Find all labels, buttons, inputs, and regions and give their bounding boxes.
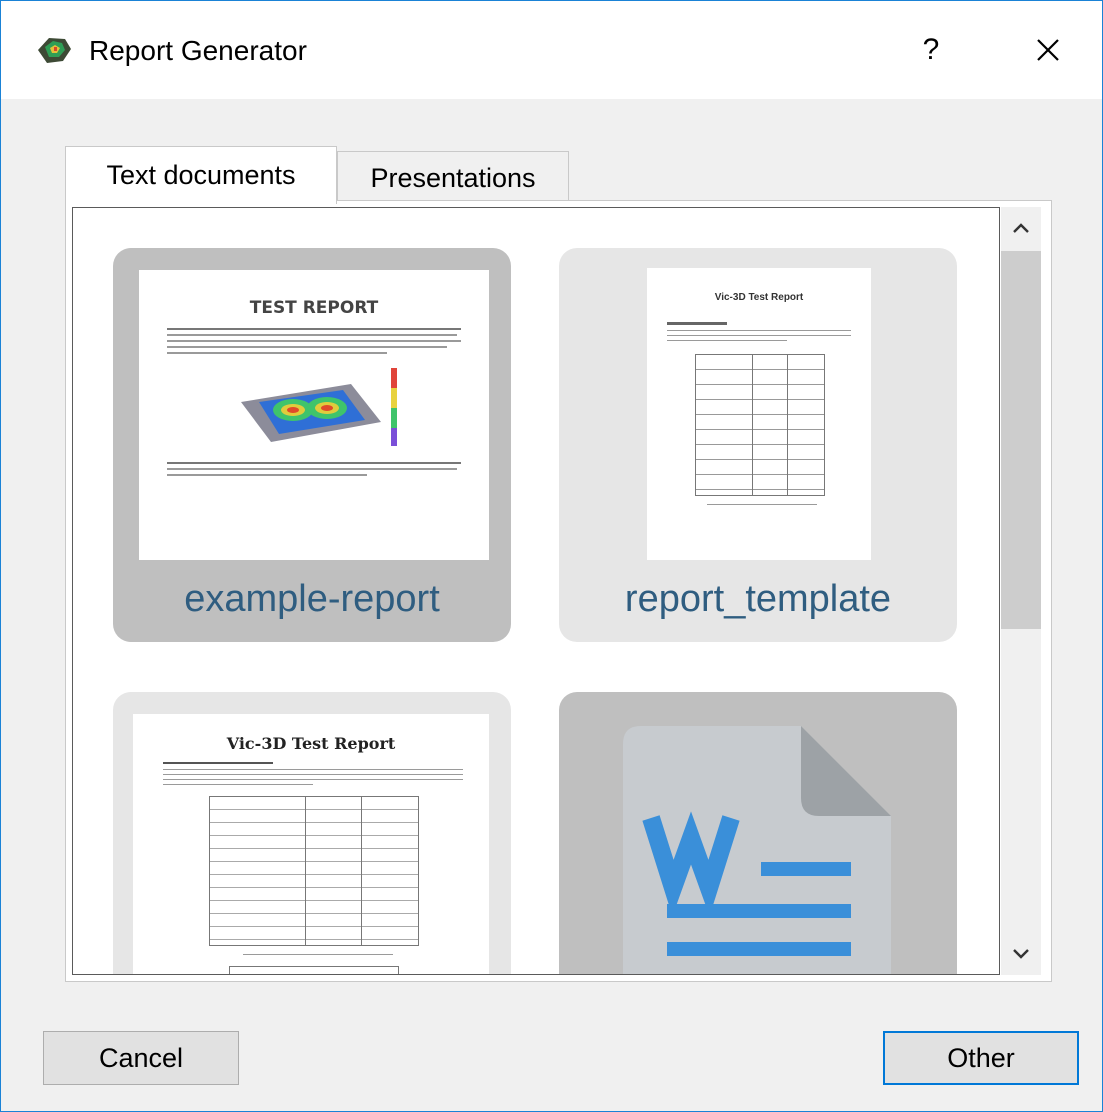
close-icon[interactable] <box>1013 21 1083 79</box>
template-thumbnail: Vic-3D Test Report <box>647 268 871 560</box>
template-name: example-report <box>184 578 440 620</box>
template-card-vic3d-report[interactable]: Vic-3D Test Report <box>113 692 511 974</box>
title-bar: Report Generator ? <box>1 1 1102 99</box>
thumbnail-title: Vic-3D Test Report <box>714 292 804 303</box>
app-logo-icon <box>38 38 71 63</box>
template-grid: TEST REPORT example-report Vic-3D Test R… <box>72 207 1000 975</box>
tab-presentations[interactable]: Presentations <box>337 151 569 201</box>
tab-content-pane: TEST REPORT example-report Vic-3D Test R… <box>65 200 1052 982</box>
vertical-scrollbar[interactable] <box>1001 207 1041 975</box>
other-button[interactable]: Other <box>883 1031 1079 1085</box>
cancel-button[interactable]: Cancel <box>43 1031 239 1085</box>
template-card-example-report[interactable]: TEST REPORT example-report <box>113 248 511 642</box>
heatmap-image <box>241 368 397 446</box>
word-document-icon <box>623 726 891 974</box>
chevron-up-icon[interactable] <box>1001 207 1041 249</box>
window-title: Report Generator <box>89 35 307 66</box>
scrollbar-thumb[interactable] <box>1001 251 1041 629</box>
template-thumbnail: Vic-3D Test Report <box>133 714 489 974</box>
tab-text-documents[interactable]: Text documents <box>65 146 337 204</box>
report-generator-dialog: Report Generator ? Text documents Presen… <box>0 0 1103 1112</box>
template-card-report-template[interactable]: Vic-3D Test Report report_template <box>559 248 957 642</box>
help-button[interactable]: ? <box>906 21 956 79</box>
thumbnail-title: TEST REPORT <box>249 298 379 318</box>
template-thumbnail: TEST REPORT <box>139 270 489 560</box>
thumbnail-title: Vic-3D Test Report <box>226 734 396 753</box>
chevron-down-icon[interactable] <box>1001 933 1041 975</box>
template-card-word-document[interactable] <box>559 692 957 974</box>
template-name: report_template <box>624 578 892 620</box>
